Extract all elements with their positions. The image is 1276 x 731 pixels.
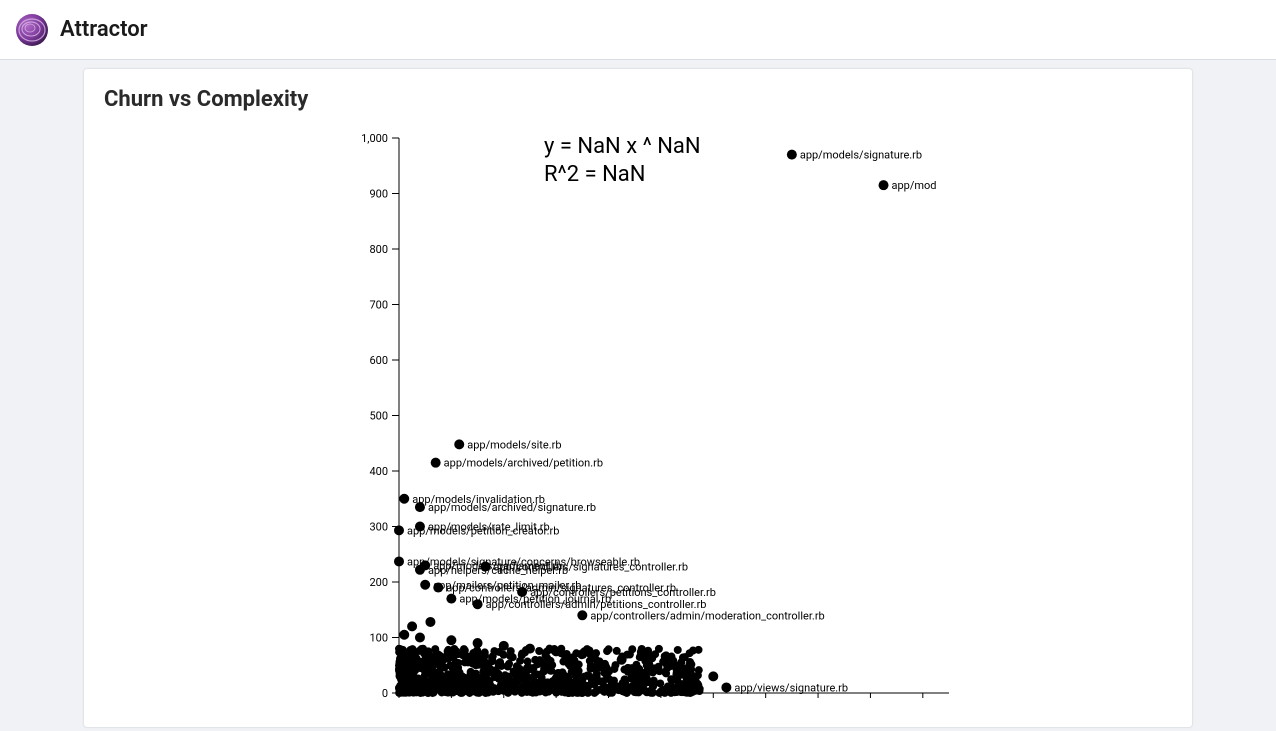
data-point[interactable]: app/helpers/cache_helper.rb (415, 564, 568, 577)
card-title: Churn vs Complexity (104, 87, 1172, 112)
attractor-logo-icon (14, 12, 50, 48)
point-label: app/models/signature.rb (800, 149, 922, 162)
point-label: app/models/petition_creator.rb (407, 524, 559, 537)
point-label: app/helpers/cache_helper.rb (428, 564, 568, 577)
dense-cluster (395, 645, 704, 697)
data-point[interactable] (525, 644, 535, 654)
data-point[interactable]: app/mod (879, 179, 937, 192)
data-point[interactable] (682, 666, 692, 676)
regression-formula: R^2 = NaN (544, 162, 645, 187)
regression-formula: y = NaN x ^ NaN (544, 134, 701, 159)
data-point[interactable]: app/controllers/admin/moderation_control… (577, 609, 824, 622)
svg-text:200: 200 (369, 576, 388, 589)
point-label: app/mod (892, 179, 937, 192)
scatter-chart: 01002003004005006007008009001,0000204060… (104, 118, 1164, 698)
data-point[interactable] (407, 621, 417, 631)
svg-text:400: 400 (369, 465, 388, 478)
data-point[interactable]: app/models/signature.rb (787, 149, 922, 162)
brand-block: Attractor (14, 12, 148, 48)
svg-text:600: 600 (369, 354, 388, 367)
point-label: app/models/archived/signature.rb (428, 501, 596, 514)
data-point[interactable]: app/models/site.rb (454, 438, 561, 451)
brand-name: Attractor (60, 17, 148, 42)
point-label: app/views/signature.rb (734, 681, 848, 694)
app-header: Attractor (0, 0, 1276, 60)
data-point[interactable] (425, 617, 435, 627)
svg-text:0: 0 (382, 687, 388, 698)
data-point[interactable]: app/models/petition_creator.rb (394, 524, 559, 537)
svg-text:1,000: 1,000 (361, 132, 388, 145)
data-point[interactable]: app/views/signature.rb (721, 681, 848, 694)
point-label: app/controllers/admin/moderation_control… (590, 609, 824, 622)
point-label: app/models/archived/petition.rb (444, 457, 603, 470)
svg-text:500: 500 (369, 410, 388, 423)
svg-text:100: 100 (369, 632, 388, 645)
data-point[interactable] (473, 638, 483, 648)
data-point[interactable] (499, 641, 509, 651)
data-point[interactable] (399, 630, 409, 640)
svg-text:700: 700 (369, 299, 388, 312)
data-point[interactable] (446, 635, 456, 645)
point-label: app/models/site.rb (467, 438, 561, 451)
data-point[interactable]: app/models/archived/petition.rb (431, 457, 603, 470)
data-point[interactable] (708, 671, 718, 681)
data-point[interactable]: app/models/archived/signature.rb (415, 501, 596, 514)
data-point[interactable] (551, 646, 561, 656)
svg-text:300: 300 (369, 521, 388, 534)
data-point[interactable] (643, 660, 653, 670)
svg-text:800: 800 (369, 243, 388, 256)
data-point[interactable] (577, 649, 587, 659)
chart-card: Churn vs Complexity 0 100 200 300 400 500 600 7… (83, 68, 1193, 728)
data-point[interactable] (617, 655, 627, 665)
data-point[interactable] (415, 633, 425, 643)
svg-text:900: 900 (369, 188, 388, 201)
